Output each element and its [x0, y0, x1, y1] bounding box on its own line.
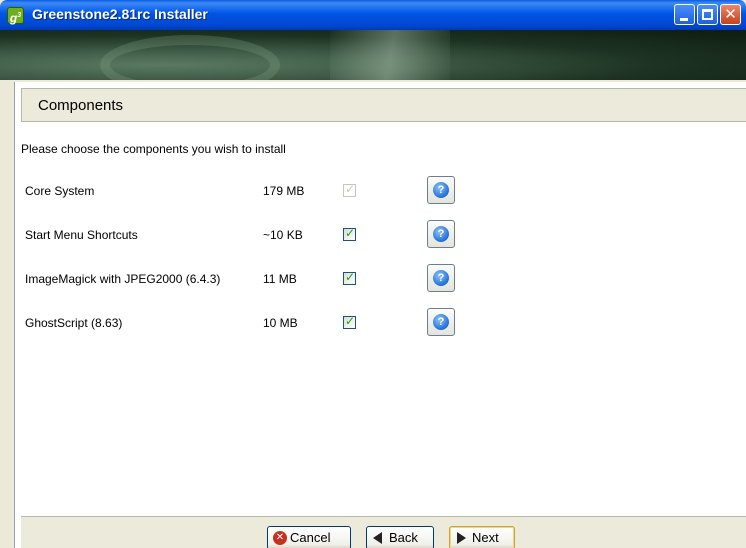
back-button[interactable]: Back	[366, 526, 434, 548]
component-size: 11 MB	[263, 272, 297, 286]
instruction-text: Please choose the components you wish to…	[21, 142, 286, 156]
help-icon: ?	[433, 226, 449, 242]
component-name: GhostScript (8.63)	[25, 316, 123, 330]
next-button[interactable]: Next	[449, 526, 515, 548]
component-name: Start Menu Shortcuts	[25, 228, 138, 242]
close-button[interactable]: ✕	[720, 4, 741, 25]
help-icon: ?	[433, 314, 449, 330]
title-bar[interactable]: g3 Greenstone2.81rc Installer ✕	[0, 0, 746, 30]
back-arrow-icon	[373, 532, 382, 544]
component-size: 10 MB	[263, 316, 298, 330]
window-title: Greenstone2.81rc Installer	[32, 6, 208, 22]
minimize-button[interactable]	[674, 4, 695, 25]
banner-swirl	[100, 35, 280, 80]
component-row: Start Menu Shortcuts ~10 KB ✓?	[15, 220, 715, 250]
component-checkbox[interactable]: ✓	[343, 314, 356, 329]
next-arrow-icon	[457, 532, 466, 544]
component-row: ImageMagick with JPEG2000 (6.4.3) 11 MB ✓?	[15, 264, 715, 294]
component-checkbox[interactable]: ✓	[343, 270, 356, 285]
help-button[interactable]: ?	[427, 220, 455, 248]
cancel-icon: ✕	[273, 531, 287, 545]
cancel-label: Cancel	[290, 530, 331, 545]
component-row: Core System 179 MB ✓?	[15, 176, 715, 206]
component-name: Core System	[25, 184, 95, 198]
maximize-button[interactable]	[697, 4, 718, 25]
help-icon: ?	[433, 270, 449, 286]
checkmark-icon: ✓	[345, 270, 356, 284]
component-checkbox[interactable]: ✓	[343, 226, 356, 241]
component-checkbox: ✓	[343, 182, 356, 197]
component-size: 179 MB	[263, 184, 305, 198]
help-button[interactable]: ?	[427, 264, 455, 292]
minimize-icon	[680, 18, 688, 21]
app-icon-sup: 3	[17, 12, 22, 19]
banner-glow	[330, 30, 450, 80]
cancel-button[interactable]: ✕ Cancel	[267, 526, 351, 548]
next-label: Next	[472, 530, 499, 545]
component-name: ImageMagick with JPEG2000 (6.4.3)	[25, 272, 221, 286]
help-button[interactable]: ?	[427, 308, 455, 336]
maximize-icon	[702, 9, 713, 20]
close-icon: ✕	[724, 6, 737, 23]
checkmark-icon: ✓	[345, 182, 356, 196]
page-header: Components	[21, 88, 746, 122]
component-row: GhostScript (8.63) 10 MB ✓?	[15, 308, 715, 338]
help-icon: ?	[433, 182, 449, 198]
back-label: Back	[389, 530, 418, 545]
button-bar: ✕ Cancel Back Next	[21, 516, 746, 548]
installer-banner	[0, 30, 746, 80]
component-size: ~10 KB	[263, 228, 303, 242]
content-panel: Components Please choose the components …	[14, 82, 746, 548]
page-title: Components	[38, 97, 124, 114]
help-button[interactable]: ?	[427, 176, 455, 204]
app-icon: g3	[7, 7, 24, 25]
checkmark-icon: ✓	[345, 314, 356, 328]
checkmark-icon: ✓	[345, 226, 356, 240]
